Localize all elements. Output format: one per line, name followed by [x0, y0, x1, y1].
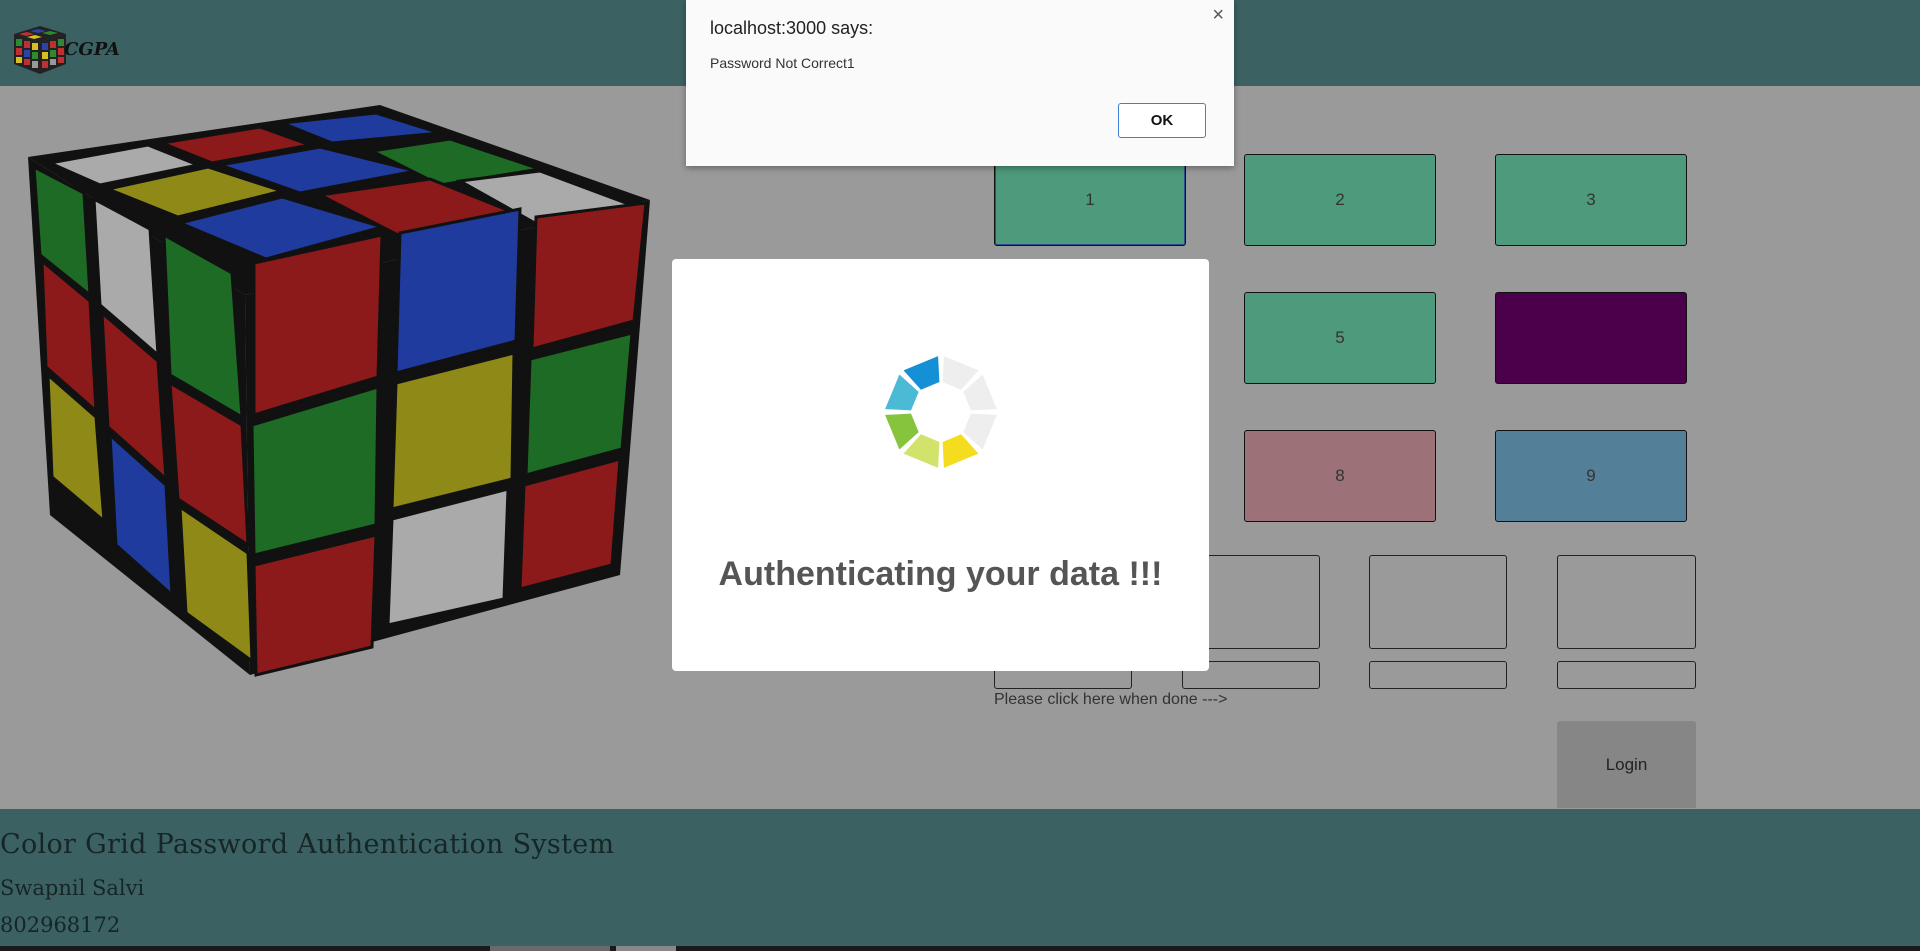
grid-button-label: 1	[1085, 190, 1095, 209]
grid-button-label: 9	[1586, 466, 1596, 485]
logo-text: CGPA	[64, 39, 120, 60]
grid-button-label: 5	[1335, 328, 1345, 347]
grid-button-3[interactable]: 3	[1495, 154, 1687, 246]
grid-button-2[interactable]: 2	[1244, 154, 1436, 246]
bottom-strip	[0, 946, 1920, 951]
authenticating-modal: Authenticating your data !!!	[672, 259, 1209, 671]
close-icon[interactable]: ×	[1212, 4, 1224, 27]
footer-id: 802968172	[0, 913, 121, 937]
password-slot	[1557, 555, 1696, 649]
grid-button-1[interactable]: 1	[994, 154, 1186, 246]
alert-message: Password Not Correct1	[710, 55, 855, 71]
loading-spinner-icon	[885, 356, 997, 468]
authenticating-message: Authenticating your data !!!	[718, 555, 1163, 593]
password-slot-bar	[1557, 661, 1696, 689]
ok-button[interactable]: OK	[1118, 103, 1206, 138]
grid-button-label: 3	[1586, 190, 1596, 209]
alert-title: localhost:3000 says:	[710, 18, 874, 38]
grid-button-9[interactable]: 9	[1495, 430, 1687, 522]
grid-button-6[interactable]	[1495, 292, 1687, 384]
grid-button-8[interactable]: 8	[1244, 430, 1436, 522]
grid-button-label: 8	[1335, 466, 1345, 485]
login-button[interactable]: Login	[1557, 721, 1696, 808]
grid-button-label: 2	[1335, 190, 1345, 209]
grid-button-5[interactable]: 5	[1244, 292, 1436, 384]
rubiks-cube-illustration	[28, 105, 650, 677]
done-instruction: Please click here when done --->	[994, 691, 1228, 708]
password-slot	[1369, 555, 1507, 649]
footer-title: Color Grid Password Authentication Syste…	[0, 829, 615, 860]
rubiks-cube-logo-icon	[14, 26, 66, 74]
browser-alert-dialog: localhost:3000 says: × Password Not Corr…	[686, 0, 1234, 166]
password-slot-bar	[1369, 661, 1507, 689]
footer-author: Swapnil Salvi	[0, 876, 145, 900]
app-footer: Color Grid Password Authentication Syste…	[0, 809, 1920, 951]
logo[interactable]: CGPA	[10, 20, 120, 75]
